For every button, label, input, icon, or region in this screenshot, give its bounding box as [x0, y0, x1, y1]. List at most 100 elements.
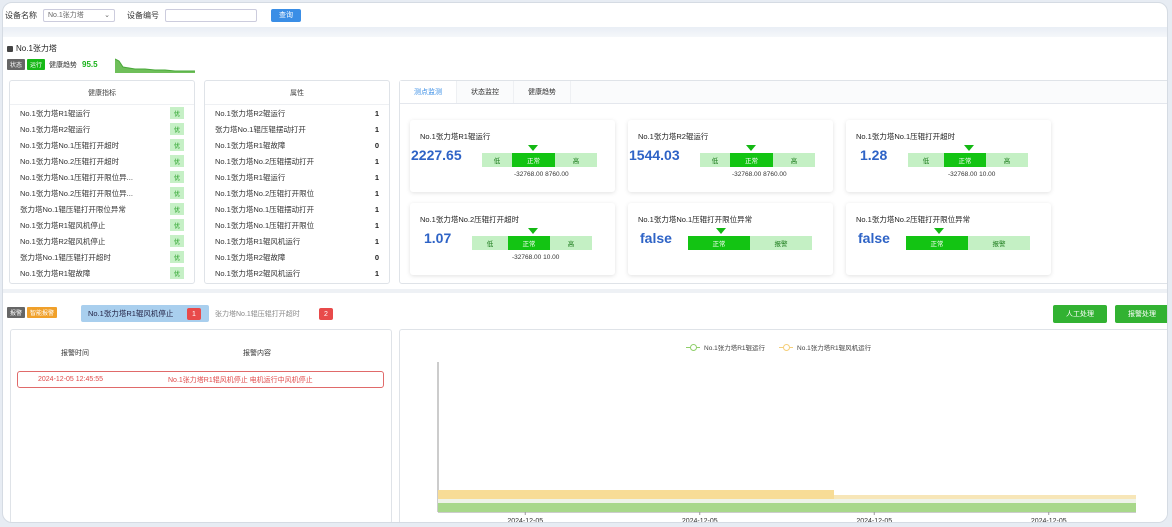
list-item: No.1张力塔R2辊故障 0: [205, 249, 389, 265]
metric-value: 1.07: [424, 230, 452, 246]
app-frame: 设备名称 No.1张力塔 ⌄ 设备编号 查询 No.1张力塔 状态 运行 健康趋…: [2, 2, 1168, 523]
list-item: No.1张力塔R2辊运行 1: [205, 105, 389, 121]
search-bar: 设备名称 No.1张力塔 ⌄ 设备编号 查询: [3, 3, 1167, 27]
indicator-arrow-icon: [528, 145, 538, 151]
list-item: 张力塔No.1辊压辊打开超时 优: [10, 249, 194, 265]
bool-gauge: 正常 报警: [688, 236, 812, 250]
col-alarm-content: 报警内容: [243, 350, 271, 357]
monitor-tabs: 测点监测 状态监控 健康趋势: [400, 81, 1167, 104]
metric-title: No.1张力塔R2辊运行: [638, 132, 709, 141]
alarm-tag: 报警: [7, 307, 26, 318]
attr-value: 1: [374, 172, 379, 182]
health-score: 95.5: [82, 60, 98, 69]
alarm-tags: 报警 智能报警: [7, 307, 58, 318]
monitor-panel: 测点监测 状态监控 健康趋势 No.1张力塔R1辊运行 2227.65 低 正常…: [399, 80, 1167, 284]
gauge-normal: 正常: [906, 236, 968, 250]
list-item: No.1张力塔No.2压辊摆动打开 1: [205, 153, 389, 169]
tab-health-trend[interactable]: 健康趋势: [514, 81, 571, 103]
device-icon: [7, 45, 13, 52]
indicator-arrow-icon: [528, 228, 538, 234]
device-name-select[interactable]: No.1张力塔 ⌄: [43, 8, 115, 22]
series-area: [438, 503, 1136, 512]
list-item: No.1张力塔R1辊运行 1: [205, 169, 389, 185]
health-grade-badge: 优: [170, 235, 184, 247]
gauge-normal: 正常: [508, 236, 550, 250]
list-item-label: No.1张力塔R2辊风机运行: [215, 268, 301, 278]
trend-chart: No.1张力塔R1辊运行 No.1张力塔R1辊风机运行 2024-12-05 20…: [399, 329, 1167, 522]
list-item-label: No.1张力塔R2辊故障: [215, 252, 286, 262]
header-divider: [3, 27, 1167, 37]
tab-point-monitor[interactable]: 测点监测: [400, 81, 457, 103]
list-item-label: No.1张力塔No.2压辊摆动打开: [215, 156, 315, 166]
alarm-count-badge: 2: [319, 308, 333, 320]
device-code-input[interactable]: [165, 8, 257, 22]
attr-value: 1: [374, 108, 379, 118]
list-item-label: No.1张力塔R1辊风机停止: [20, 220, 106, 230]
metric-value: false: [640, 230, 672, 246]
gauge-alarm: 报警: [968, 236, 1030, 250]
col-alarm-time: 报警时间: [61, 350, 89, 357]
attributes-panel: 属性 No.1张力塔R2辊运行 1 张力塔No.1辊压辊摆动打开 1 No.1张力塔R1…: [204, 80, 390, 284]
search-button[interactable]: 查询: [271, 8, 301, 22]
list-item: No.1张力塔No.2压辊打开超时 优: [10, 153, 194, 169]
list-item-label: No.1张力塔R2辊运行: [215, 108, 286, 118]
range-gauge: 低 正常 高: [482, 153, 597, 167]
list-item-label: No.1张力塔R1辊故障: [20, 268, 91, 278]
list-item-label: No.1张力塔R2辊运行: [20, 124, 91, 134]
table-row[interactable]: 2024-12-05 12:45:55 No.1张力塔R1辊风机停止 电机运行中…: [17, 371, 384, 388]
range-min: -32768.00: [732, 171, 762, 178]
metric-value: false: [858, 230, 890, 246]
alarm-handle-button[interactable]: 报警处理: [1115, 305, 1167, 323]
list-item: No.1张力塔R1辊运行 优: [10, 105, 194, 121]
attr-value: 1: [374, 156, 379, 166]
list-item-label: No.1张力塔R2辊风机停止: [20, 236, 106, 246]
tab-status-monitor[interactable]: 状态监控: [457, 81, 514, 103]
indicator-arrow-icon: [716, 228, 726, 234]
range-min: -32768.00: [514, 171, 544, 178]
health-grade-badge: 优: [170, 187, 184, 199]
list-item-label: No.1张力塔R1辊风机运行: [215, 236, 301, 246]
list-item: No.1张力塔R2辊运行 优: [10, 121, 194, 137]
series-area: [438, 490, 834, 499]
metric-value: 2227.65: [411, 147, 462, 163]
chevron-down-icon: ⌄: [104, 12, 110, 19]
device-name-value: No.1张力塔: [48, 12, 84, 19]
health-grade-badge: 优: [170, 123, 184, 135]
list-item: No.1张力塔R1辊故障 优: [10, 265, 194, 281]
gauge-normal: 正常: [688, 236, 750, 250]
range-max: 8760.00: [545, 171, 569, 178]
health-indicators-panel: 健康指标 No.1张力塔R1辊运行优 No.1张力塔R2辊运行优 No.1张力塔No…: [9, 80, 195, 284]
gauge-low: 低: [472, 236, 508, 250]
metric-value: 1544.03: [629, 147, 680, 163]
gauge-high: 高: [550, 236, 592, 250]
metric-title: No.1张力塔No.2压辊打开限位异常: [856, 215, 971, 224]
list-item-label: 张力塔No.1辊压辊打开限位异常: [20, 204, 126, 214]
attr-value: 1: [374, 268, 379, 278]
metric-title: No.1张力塔R1辊运行: [420, 132, 491, 141]
alarm-tab-label: No.1张力塔R1辊风机停止: [88, 309, 174, 318]
metric-title: No.1张力塔No.1压辊打开限位异常: [638, 215, 753, 224]
attr-value: 0: [374, 140, 379, 150]
health-sparkline: [115, 58, 195, 73]
health-grade-badge: 优: [170, 251, 184, 263]
health-grade-badge: 优: [170, 219, 184, 231]
manual-handle-button[interactable]: 人工处理: [1053, 305, 1107, 323]
status-badge: 运行: [27, 59, 46, 70]
range-limits: -32768.00 10.00: [512, 254, 559, 261]
list-item-label: No.1张力塔R1辊运行: [20, 108, 91, 118]
list-item: No.1张力塔R1辊风机运行 1: [205, 233, 389, 249]
gauge-low: 低: [908, 153, 944, 167]
metric-value: 1.28: [860, 147, 888, 163]
health-panel-title: 健康指标: [10, 81, 194, 105]
gauge-alarm: 报警: [750, 236, 812, 250]
health-grade-badge: 优: [170, 203, 184, 215]
metric-card: No.1张力塔No.1压辊打开超时 1.28 低 正常 高 -32768.00 …: [846, 120, 1051, 192]
list-item-label: No.1张力塔R1辊故障: [215, 140, 286, 150]
list-item: No.1张力塔R1辊故障 0: [205, 137, 389, 153]
alarm-time: 2024-12-05 12:45:55: [38, 376, 103, 383]
list-item: No.1张力塔No.1压辊摆动打开 1: [205, 201, 389, 217]
metric-title: No.1张力塔No.2压辊打开超时: [420, 215, 520, 224]
device-title-text: No.1张力塔: [16, 44, 57, 53]
list-item-label: 张力塔No.1辊压辊摆动打开: [215, 124, 306, 134]
smart-alarm-tag: 智能报警: [27, 307, 58, 318]
